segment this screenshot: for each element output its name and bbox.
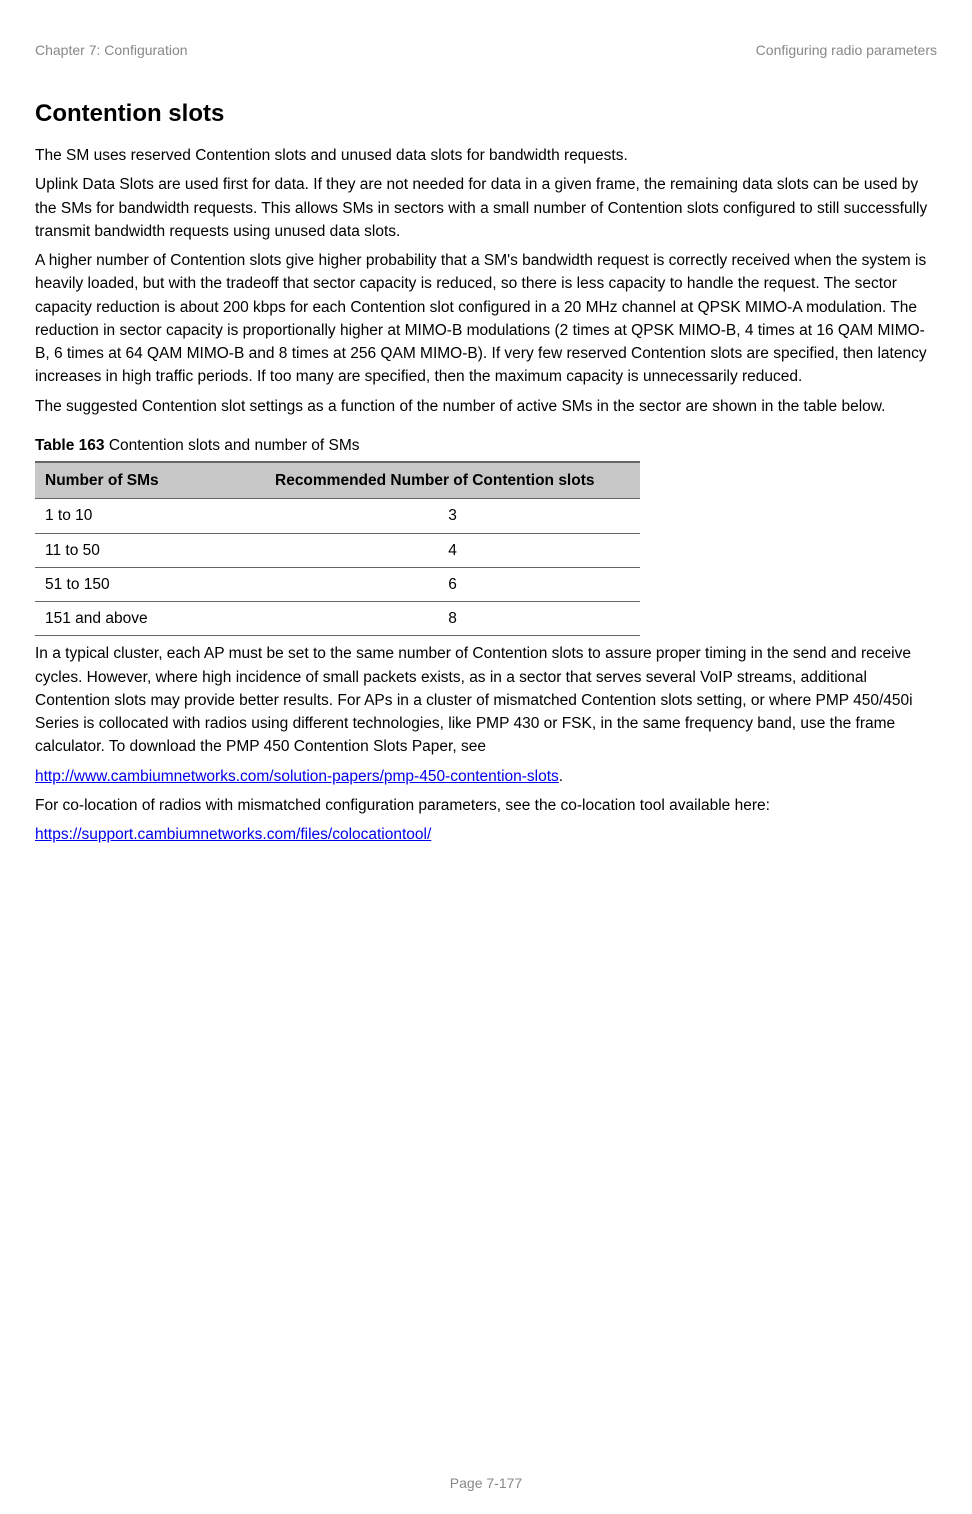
- paragraph-2: Uplink Data Slots are used first for dat…: [35, 173, 937, 243]
- table-row: 1 to 10 3: [35, 499, 640, 533]
- table-caption-number: Table 163: [35, 437, 105, 454]
- table-header-sms: Number of SMs: [35, 462, 265, 499]
- contention-table: Number of SMs Recommended Number of Cont…: [35, 461, 640, 636]
- table-row: 151 and above 8: [35, 602, 640, 636]
- table-row: 51 to 150 6: [35, 567, 640, 601]
- header-left: Chapter 7: Configuration: [35, 40, 188, 61]
- section-title: Contention slots: [35, 96, 937, 132]
- paragraph-6: For co-location of radios with mismatche…: [35, 794, 937, 817]
- table-header-row: Number of SMs Recommended Number of Cont…: [35, 462, 640, 499]
- table-cell-sms: 11 to 50: [35, 533, 265, 567]
- colocation-tool-link[interactable]: https://support.cambiumnetworks.com/file…: [35, 826, 431, 843]
- link-2-line: https://support.cambiumnetworks.com/file…: [35, 823, 937, 846]
- table-caption: Table 163 Contention slots and number of…: [35, 434, 937, 457]
- page-footer: Page 7-177: [0, 1473, 972, 1494]
- paragraph-5: In a typical cluster, each AP must be se…: [35, 642, 937, 758]
- table-cell-sms: 151 and above: [35, 602, 265, 636]
- paragraph-4: The suggested Contention slot settings a…: [35, 395, 937, 418]
- table-cell-rec: 3: [265, 499, 640, 533]
- table-row: 11 to 50 4: [35, 533, 640, 567]
- contention-slots-link[interactable]: http://www.cambiumnetworks.com/solution-…: [35, 768, 559, 785]
- header-right: Configuring radio parameters: [756, 40, 937, 61]
- paragraph-3: A higher number of Contention slots give…: [35, 249, 937, 389]
- table-cell-rec: 6: [265, 567, 640, 601]
- table-header-rec: Recommended Number of Contention slots: [265, 462, 640, 499]
- table-cell-sms: 51 to 150: [35, 567, 265, 601]
- table-cell-rec: 8: [265, 602, 640, 636]
- table-caption-text: Contention slots and number of SMs: [105, 437, 360, 454]
- link-1-suffix: .: [559, 768, 563, 785]
- link-1-line: http://www.cambiumnetworks.com/solution-…: [35, 765, 937, 788]
- page-header: Chapter 7: Configuration Configuring rad…: [35, 40, 937, 61]
- paragraph-1: The SM uses reserved Contention slots an…: [35, 144, 937, 167]
- table-cell-rec: 4: [265, 533, 640, 567]
- table-cell-sms: 1 to 10: [35, 499, 265, 533]
